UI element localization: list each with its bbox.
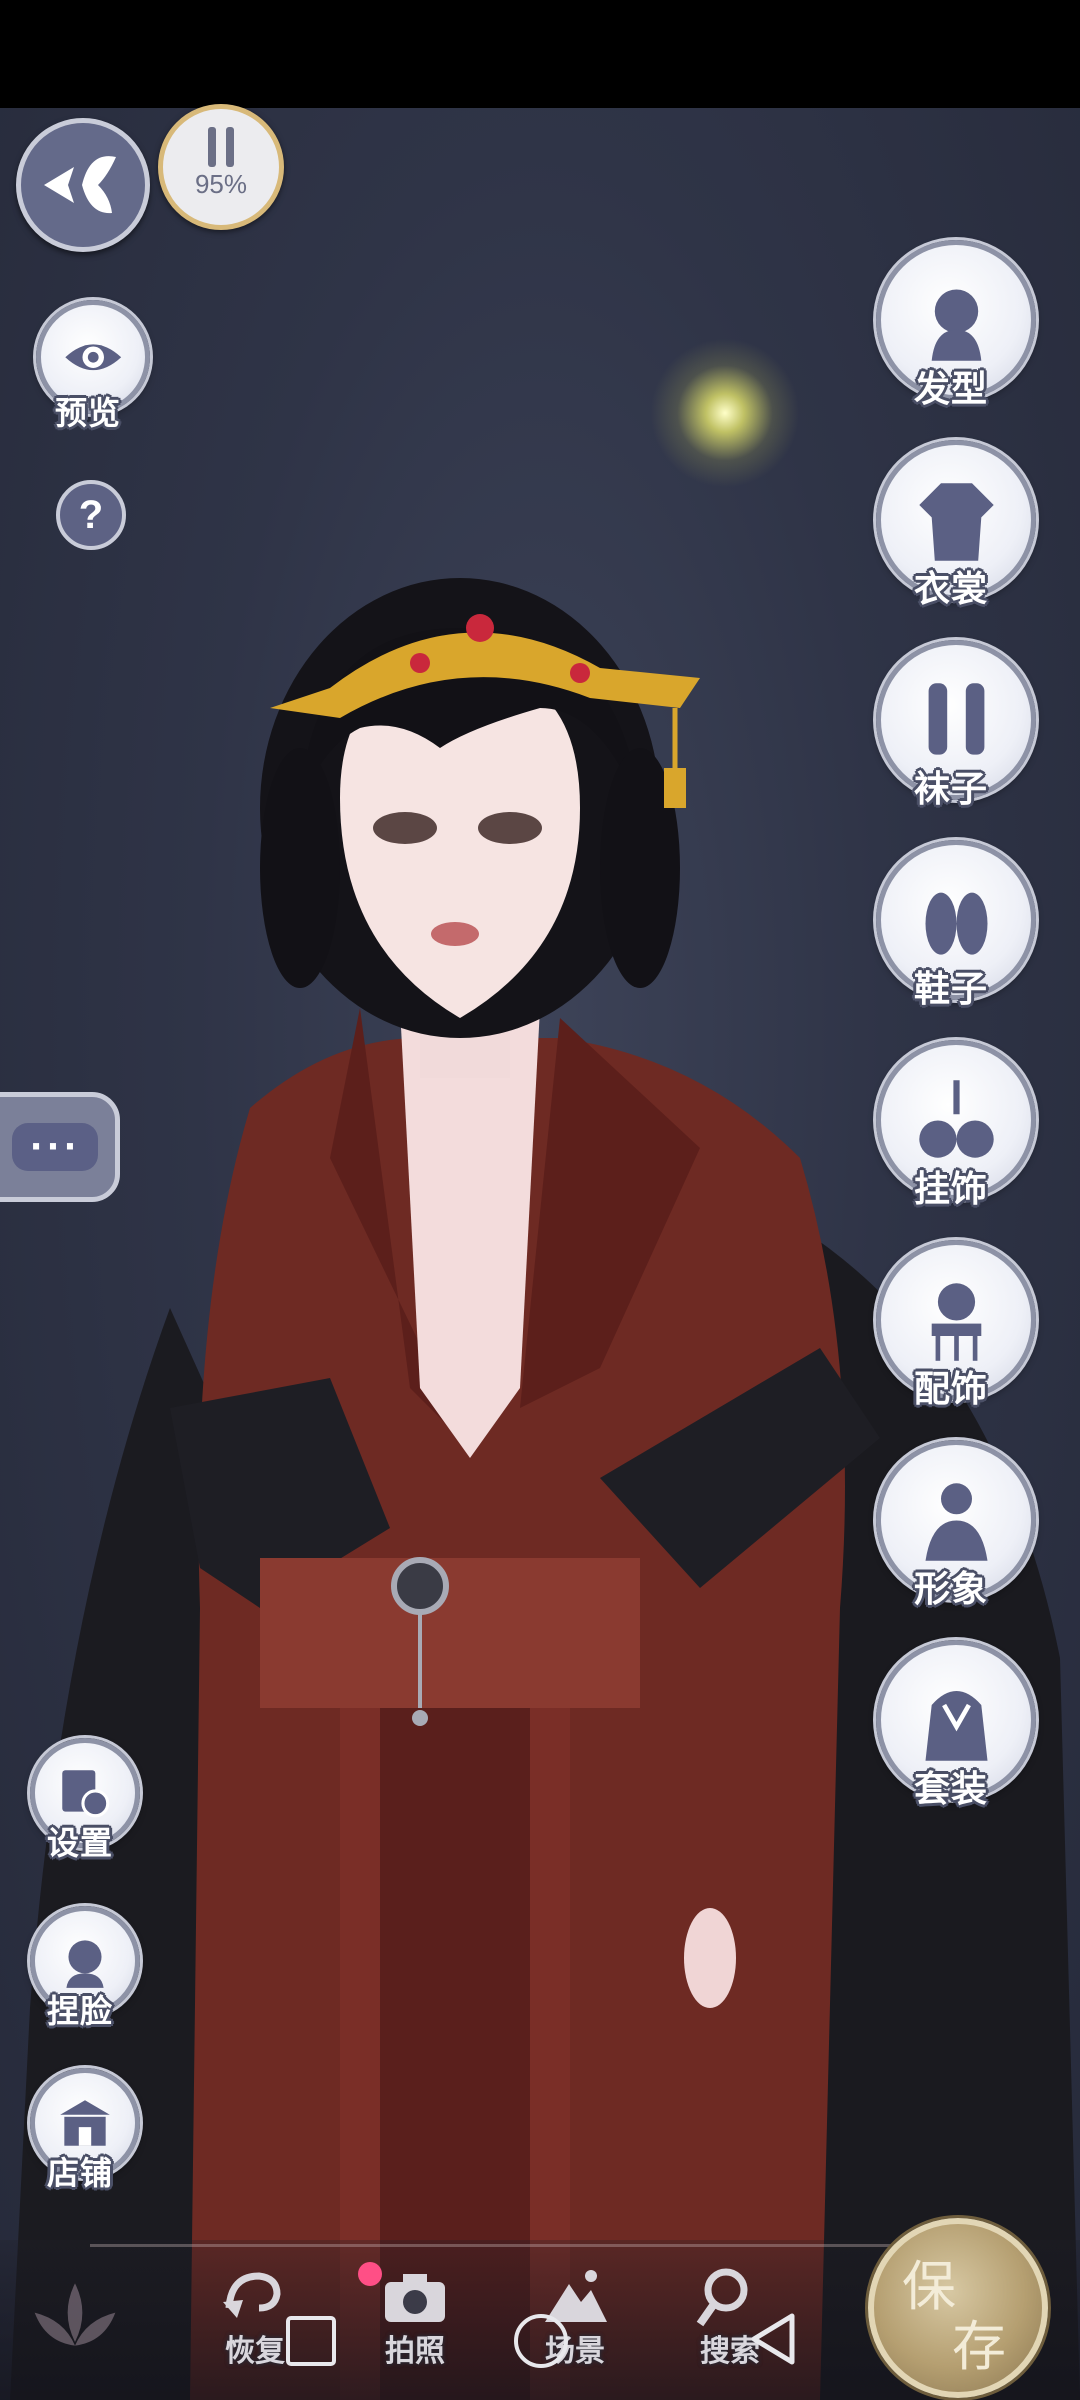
face-edit-icon xyxy=(66,1940,104,1988)
brooch xyxy=(391,1557,449,1615)
lotus-icon xyxy=(34,2283,116,2346)
right-menu-pendant-label: 挂饰 xyxy=(913,1168,988,1210)
pendant-icon xyxy=(918,1079,994,1158)
restore-icon xyxy=(223,2272,281,2318)
dock-restore-label: 恢复 xyxy=(225,2334,285,2369)
eye-left xyxy=(373,812,437,844)
waist-sash xyxy=(260,1558,640,1708)
pause-button[interactable]: 95% xyxy=(158,104,284,230)
fps-percent: 95% xyxy=(194,169,248,199)
save-char-1: 保 xyxy=(902,2255,956,2318)
help-button[interactable]: ? xyxy=(56,480,126,550)
pause-icon xyxy=(206,127,236,167)
right-menu-outfit-set-label: 套装 xyxy=(913,1768,988,1810)
eye-right xyxy=(478,812,542,844)
right-menu-hairstyle-label: 发型 xyxy=(913,368,988,410)
right-menu-clothing-label: 衣裳 xyxy=(913,568,988,610)
chat-button[interactable]: ··· xyxy=(0,1092,120,1202)
preview-label: 预览 xyxy=(54,394,121,432)
accessory-icon xyxy=(931,1282,981,1361)
clothing-icon xyxy=(918,482,994,561)
save-button[interactable]: 保 存 xyxy=(868,2218,1048,2398)
lips xyxy=(431,922,479,946)
left-menu-shop-label: 店铺 xyxy=(46,2154,113,2192)
dock-photo-label: 拍照 xyxy=(385,2334,445,2369)
butterfly-back-icon xyxy=(44,156,116,214)
home-button[interactable] xyxy=(514,2314,568,2368)
back-button[interactable] xyxy=(16,118,150,252)
left-menu-settings-label: 设置 xyxy=(46,1824,113,1862)
left-menu-face-edit-label: 捏脸 xyxy=(46,1992,113,2030)
status-bar xyxy=(0,0,1080,108)
save-char-2: 存 xyxy=(952,2315,1006,2378)
recent-apps-button[interactable] xyxy=(286,2316,336,2366)
eye-icon xyxy=(65,344,121,370)
appearance-icon xyxy=(925,1482,987,1561)
shoes-icon xyxy=(925,892,987,955)
dock-divider xyxy=(90,2244,950,2247)
nav-back-icon[interactable] xyxy=(748,2312,798,2366)
hairstyle-icon xyxy=(931,289,981,361)
dock-photo-button[interactable]: 拍照 xyxy=(345,2262,485,2392)
chat-bubble-icon: ··· xyxy=(12,1123,98,1171)
settings-icon xyxy=(62,1770,110,1818)
right-menu-shoes-label: 鞋子 xyxy=(913,968,988,1010)
camera-icon xyxy=(385,2274,445,2322)
shop-icon xyxy=(60,2100,110,2146)
right-menu-accessory-label: 配饰 xyxy=(913,1368,988,1410)
right-menu-appearance-label: 形象 xyxy=(913,1568,988,1610)
socks-icon xyxy=(928,682,984,755)
right-menu-socks-label: 袜子 xyxy=(913,768,988,810)
hand xyxy=(684,1908,736,2008)
outfit-set-icon xyxy=(925,1690,987,1761)
